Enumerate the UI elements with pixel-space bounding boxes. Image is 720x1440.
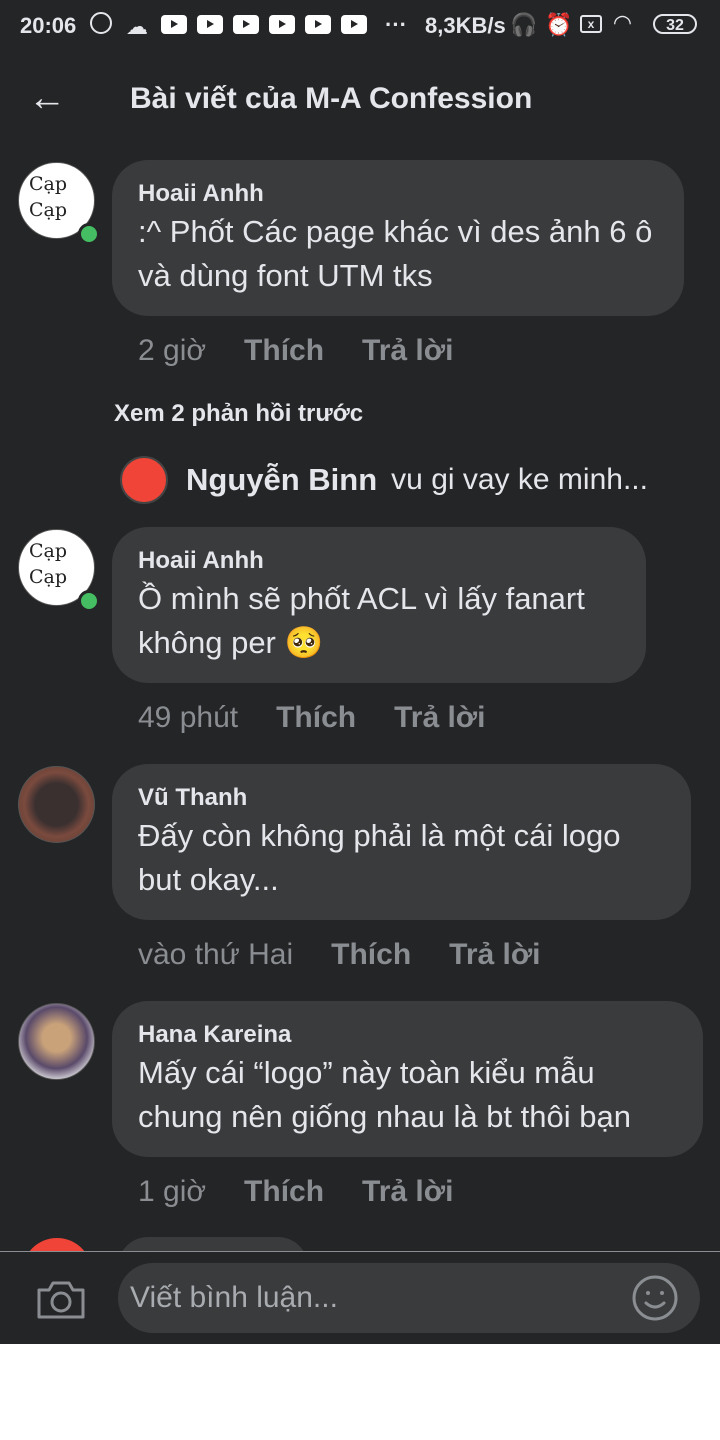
youtube-icon [161, 15, 187, 34]
more-notifications-icon: ··· [385, 12, 407, 37]
wifi-icon: ◠ [614, 10, 631, 35]
comment-actions: 2 giờ Thích Trả lời [138, 334, 453, 368]
comment-bubble[interactable]: Hoaii Anhh Ồ mình sẽ phốt ACL vì lấy fan… [112, 527, 646, 683]
comment-actions: 1 giờ Thích Trả lời [138, 1175, 453, 1209]
youtube-icon [341, 15, 367, 34]
comment-time: 49 phút [138, 701, 239, 734]
avatar[interactable] [18, 766, 95, 843]
youtube-icon [269, 15, 295, 34]
comment-time: vào thứ Hai [138, 938, 294, 971]
status-bar: 20:06 ☁ ··· 8,3KB/s 🎧 ⏰ x ◠ 32 [0, 0, 720, 50]
header: ← Bài viết của M-A Confession [0, 60, 720, 140]
comment-time: 2 giờ [138, 334, 207, 367]
comment-input[interactable]: Viết bình luận... [118, 1263, 700, 1333]
avatar-cap-cap-drawing: Cạp Cạp [29, 173, 68, 221]
battery-icon: 32 [653, 14, 697, 34]
avatar[interactable] [18, 1003, 95, 1080]
comment-actions: vào thứ Hai Thích Trả lời [138, 938, 541, 972]
reply-text: vu gi vay ke minh... [391, 463, 648, 496]
app-icon [90, 12, 112, 34]
comment-author[interactable]: Hana Kareina [138, 1021, 677, 1049]
comment-text: :^ Phốt Các page khác vì des ảnh 6 ô và … [138, 214, 653, 293]
screen: 20:06 ☁ ··· 8,3KB/s 🎧 ⏰ x ◠ 32 ← Bài viế… [0, 0, 720, 1344]
avatar [120, 456, 168, 504]
online-indicator [78, 590, 100, 612]
comment-author[interactable]: Hoaii Anhh [138, 547, 620, 575]
comment-text: Mấy cái “logo” này toàn kiểu mẫu chung n… [138, 1055, 631, 1134]
youtube-icon [197, 15, 223, 34]
alarm-icon: ⏰ [545, 12, 573, 37]
comment-bubble[interactable]: Vũ Thanh Đấy còn không phải là một cái l… [112, 764, 691, 920]
comment-text: Đấy còn không phải là một cái logo but o… [138, 818, 621, 897]
back-arrow-icon[interactable]: ← [28, 79, 66, 117]
reply-author: Nguyễn Binn [186, 462, 378, 497]
reply-button[interactable]: Trả lời [449, 938, 540, 972]
avatar-cap-cap-drawing: Cạp Cạp [29, 540, 68, 588]
reply-button[interactable]: Trả lời [394, 701, 485, 735]
reply-button[interactable]: Trả lời [362, 334, 453, 368]
status-time: 20:06 [20, 13, 77, 38]
network-speed: 8,3KB/s [425, 13, 506, 38]
headset-icon: 🎧 [510, 12, 538, 37]
like-button[interactable]: Thích [244, 1175, 324, 1209]
youtube-icon [233, 15, 259, 34]
cloud-icon: ☁ [126, 14, 148, 39]
comment-text: Ồ mình sẽ phốt ACL vì lấy fanart không p… [138, 581, 585, 660]
comment-author[interactable]: Vũ Thanh [138, 784, 665, 812]
page-title: Bài viết của M-A Confession [130, 82, 533, 115]
like-button[interactable]: Thích [244, 334, 324, 368]
reply-preview[interactable]: Nguyễn Binn vu gi vay ke minh... [120, 456, 648, 504]
comment-composer: Viết bình luận... [0, 1252, 720, 1344]
reply-button[interactable]: Trả lời [362, 1175, 453, 1209]
like-button[interactable]: Thích [276, 701, 356, 735]
no-sim-icon: x [580, 15, 602, 33]
comment-bubble[interactable]: Hana Kareina Mấy cái “logo” này toàn kiể… [112, 1001, 703, 1157]
comment-actions: 49 phút Thích Trả lời [138, 701, 485, 735]
youtube-icon [305, 15, 331, 34]
camera-icon[interactable] [36, 1278, 86, 1320]
online-indicator [78, 223, 100, 245]
like-button[interactable]: Thích [331, 938, 411, 972]
comment-bubble[interactable]: Hoaii Anhh :^ Phốt Các page khác vì des … [112, 160, 684, 316]
emoji-icon[interactable] [632, 1275, 678, 1321]
comment-input-placeholder: Viết bình luận... [130, 1281, 338, 1314]
view-previous-replies-link[interactable]: Xem 2 phản hồi trước [114, 400, 363, 428]
comment-author[interactable]: Hoaii Anhh [138, 180, 658, 208]
comment-time: 1 giờ [138, 1175, 207, 1208]
